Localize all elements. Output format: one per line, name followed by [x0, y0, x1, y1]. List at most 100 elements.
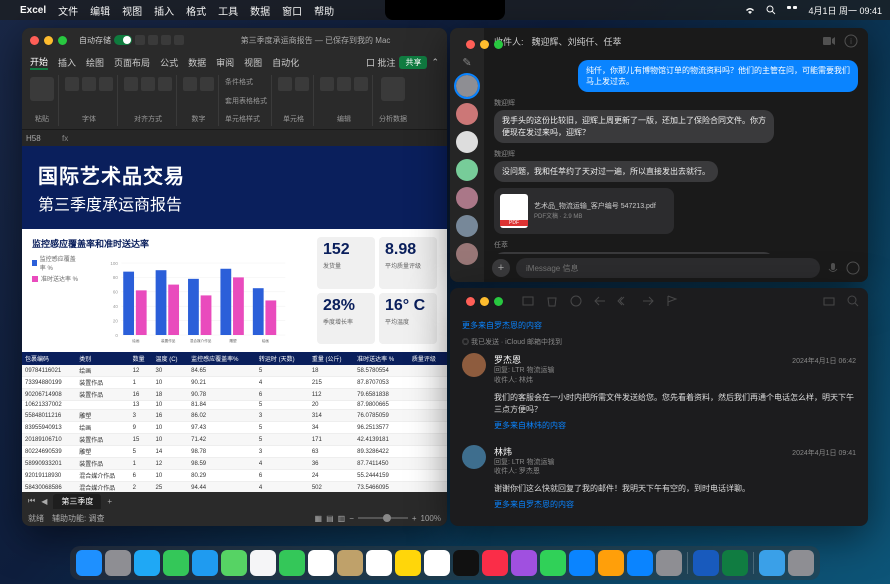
datetime[interactable]: 4月1日 周一 09:41 [808, 4, 882, 17]
message-bubble[interactable]: 没问题，我和任萃约了天对过一遍，所以直接发出去就行。 [494, 161, 718, 182]
tab-home[interactable]: 开始 [30, 55, 48, 70]
tab-formulas[interactable]: 公式 [160, 56, 178, 69]
dock-app-finder[interactable] [76, 550, 102, 576]
conversation-avatar[interactable] [456, 215, 478, 237]
find-icon[interactable] [354, 77, 368, 91]
zoom-slider[interactable] [358, 517, 408, 519]
tab-draw[interactable]: 绘图 [86, 56, 104, 69]
autosave-toggle[interactable]: 自动存储 [79, 35, 184, 46]
conversation-avatar[interactable] [456, 75, 478, 97]
conversation-avatar[interactable] [456, 243, 478, 265]
fullscreen-icon[interactable] [494, 40, 503, 49]
control-center-icon[interactable] [786, 5, 798, 15]
message-input[interactable] [516, 258, 820, 278]
dock-app-podcasts[interactable] [511, 550, 537, 576]
dock-app-calendar[interactable] [308, 550, 334, 576]
mail-body[interactable]: 更多来自罗杰恩的内容 ◎ 我已发送 · iCloud 邮箱中找到 罗杰恩 202… [450, 314, 868, 526]
toggle-switch-icon[interactable] [114, 35, 132, 45]
dock-app-maps[interactable] [221, 550, 247, 576]
menu-file[interactable]: 文件 [58, 3, 78, 18]
view-normal-icon[interactable]: ▦ [315, 514, 323, 523]
archive-icon[interactable] [521, 294, 535, 308]
dock-app-launchpad[interactable] [105, 550, 131, 576]
message-thread[interactable]: 纯仟，你那儿有博物馆订单的物流资料吗？他们的主管在问，可能需要我们马上发过去。魏… [484, 54, 868, 254]
align-center-icon[interactable] [141, 77, 155, 91]
dock-app-messages[interactable] [163, 550, 189, 576]
video-call-icon[interactable] [822, 34, 836, 48]
bold-icon[interactable] [65, 77, 79, 91]
close-icon[interactable] [466, 297, 475, 306]
align-left-icon[interactable] [124, 77, 138, 91]
minimize-icon[interactable] [480, 297, 489, 306]
menu-tools[interactable]: 工具 [218, 3, 238, 18]
dock-app-photos[interactable] [250, 550, 276, 576]
dock-app-pages[interactable] [598, 550, 624, 576]
dock-app-word[interactable] [693, 550, 719, 576]
window-controls[interactable] [458, 34, 511, 55]
share-button[interactable]: 共享 [399, 56, 427, 69]
dock-app-mail[interactable] [192, 550, 218, 576]
conversation-avatar[interactable] [456, 187, 478, 209]
conversation-avatar[interactable] [456, 159, 478, 181]
menu-format[interactable]: 格式 [186, 3, 206, 18]
analyze-data-icon[interactable] [381, 77, 405, 101]
dock-app-appletv[interactable] [453, 550, 479, 576]
dock-app-keynote[interactable] [569, 550, 595, 576]
mail-from[interactable]: 林炜 [494, 445, 512, 458]
forward-icon[interactable] [641, 294, 655, 308]
tab-data[interactable]: 数据 [188, 56, 206, 69]
info-icon[interactable]: i [844, 34, 858, 48]
save-icon[interactable] [148, 35, 158, 45]
add-sheet-icon[interactable]: + [107, 497, 112, 506]
spreadsheet[interactable]: 国际艺术品交易 第三季度承运商报告 监控感应覆盖率和准时送达率 监控感应覆盖率 … [22, 146, 447, 492]
message-bubble[interactable]: 我手头的这份比较旧，迎辉上周更新了一版，还加上了保险合同文件。你方便现在发过来吗… [494, 110, 774, 142]
tab-review[interactable]: 审阅 [216, 56, 234, 69]
dock-app-numbers[interactable] [540, 550, 566, 576]
app-name[interactable]: Excel [20, 5, 46, 16]
zoom-out-icon[interactable]: − [349, 514, 354, 523]
align-right-icon[interactable] [158, 77, 172, 91]
dock-app-contacts[interactable] [337, 550, 363, 576]
more-from-link[interactable]: 更多来自罗杰恩的内容 [494, 499, 856, 510]
sort-icon[interactable] [337, 77, 351, 91]
recipients[interactable]: 魏迎辉、刘纯仟、任萃 [532, 35, 814, 48]
paste-icon[interactable] [30, 77, 54, 101]
dock-app-settings[interactable] [656, 550, 682, 576]
formula-bar[interactable]: H58 fx [22, 130, 447, 146]
more-from-link[interactable]: 更多来自林炜的内容 [494, 420, 856, 431]
window-controls[interactable] [458, 291, 511, 312]
dock-app-facetime[interactable] [279, 550, 305, 576]
autosum-icon[interactable] [320, 77, 334, 91]
view-break-icon[interactable]: ▥ [338, 514, 346, 523]
view-layout-icon[interactable]: ▤ [326, 514, 334, 523]
dock-app-notes[interactable] [395, 550, 421, 576]
undo-icon[interactable] [161, 35, 171, 45]
chevron-up-icon[interactable]: ⌃ [431, 57, 439, 68]
menu-edit[interactable]: 编辑 [90, 3, 110, 18]
mail-from[interactable]: 罗杰恩 [494, 353, 521, 366]
home-icon[interactable] [135, 35, 145, 45]
tab-automate[interactable]: 自动化 [272, 56, 299, 69]
wifi-icon[interactable] [744, 5, 756, 15]
menu-insert[interactable]: 插入 [154, 3, 174, 18]
menu-view[interactable]: 视图 [122, 3, 142, 18]
menu-window[interactable]: 窗口 [282, 3, 302, 18]
dock-app-reminders[interactable] [366, 550, 392, 576]
sheet-nav-first-icon[interactable]: ⏮ [28, 496, 35, 506]
reply-icon[interactable] [593, 294, 607, 308]
fullscreen-icon[interactable] [58, 36, 67, 45]
dock-app-safari[interactable] [134, 550, 160, 576]
tab-insert[interactable]: 插入 [58, 56, 76, 69]
data-table[interactable]: 包裹编码类别数量温度 (C)监控感应覆盖率%转运时 (天数)重量 (公斤)准时送… [22, 352, 447, 492]
microphone-icon[interactable] [826, 261, 840, 275]
flag-icon[interactable] [665, 294, 679, 308]
fullscreen-icon[interactable] [494, 297, 503, 306]
fx-icon[interactable]: fx [62, 134, 68, 143]
emoji-icon[interactable] [846, 261, 860, 275]
italic-icon[interactable] [82, 77, 96, 91]
dock-app-excel[interactable] [722, 550, 748, 576]
conversation-avatar[interactable] [456, 103, 478, 125]
percent-icon[interactable] [200, 77, 214, 91]
trash-icon[interactable] [545, 294, 559, 308]
conversation-avatar[interactable] [456, 131, 478, 153]
